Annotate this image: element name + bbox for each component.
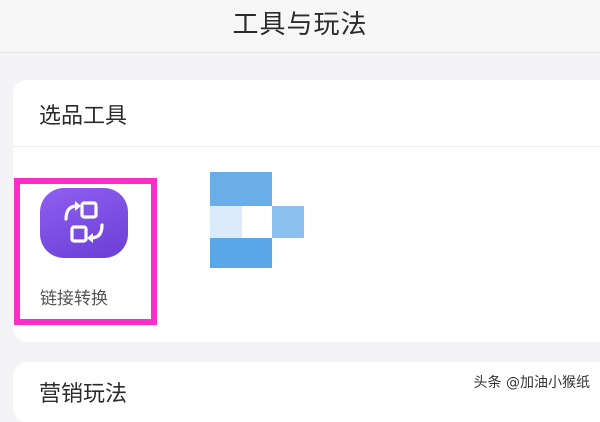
section-title-marketing: 营销玩法 — [39, 382, 128, 407]
section-divider — [13, 146, 600, 147]
mosaic-cell — [272, 206, 304, 238]
mosaic-cell — [210, 206, 242, 238]
mosaic-cell — [210, 238, 272, 268]
mosaic-pattern-icon — [210, 172, 306, 268]
watermark-text: 头条 @加油小猴纸 — [473, 375, 590, 391]
mosaic-cell — [210, 172, 272, 206]
section-title-tools: 选品工具 — [39, 104, 128, 129]
page-title: 工具与玩法 — [232, 10, 368, 40]
highlight-box — [14, 178, 157, 325]
marketing-card: 营销玩法 — [13, 362, 600, 422]
top-bar: 工具与玩法 — [0, 0, 600, 53]
